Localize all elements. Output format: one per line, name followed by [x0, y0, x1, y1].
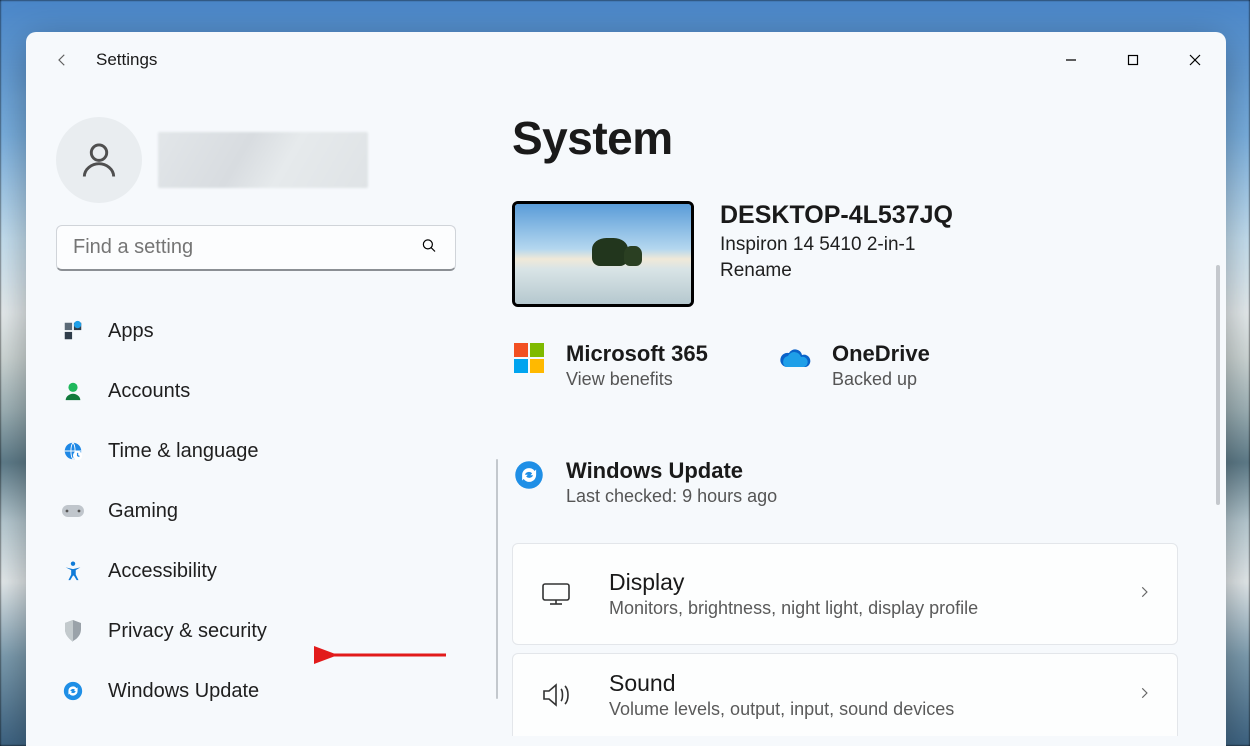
maximize-button[interactable]	[1102, 32, 1164, 87]
gamepad-icon	[60, 498, 86, 524]
sidebar-item-label: Privacy & security	[108, 620, 267, 643]
app-title: Settings	[96, 50, 157, 70]
search-icon	[420, 237, 438, 260]
tile-subtitle: View benefits	[566, 369, 708, 390]
device-name: DESKTOP-4L537JQ	[720, 201, 953, 230]
chevron-right-icon	[1137, 585, 1151, 604]
close-button[interactable]	[1164, 32, 1226, 87]
sidebar-item-accessibility[interactable]: Accessibility	[56, 541, 476, 601]
row-title: Sound	[609, 670, 954, 697]
display-icon	[539, 577, 573, 611]
sidebar: Apps Accounts Time & language	[26, 87, 476, 746]
shield-icon	[60, 618, 86, 644]
onedrive-icon	[778, 341, 812, 375]
apps-icon	[60, 318, 86, 344]
accounts-icon	[60, 378, 86, 404]
tile-title: Microsoft 365	[566, 341, 708, 367]
sidebar-nav: Apps Accounts Time & language	[56, 301, 476, 721]
tile-onedrive[interactable]: OneDrive Backed up	[778, 335, 988, 396]
sidebar-item-accounts[interactable]: Accounts	[56, 361, 476, 421]
sidebar-item-label: Apps	[108, 320, 154, 343]
sidebar-item-gaming[interactable]: Gaming	[56, 481, 476, 541]
avatar	[56, 117, 142, 203]
sidebar-item-label: Windows Update	[108, 680, 259, 703]
update-icon	[60, 678, 86, 704]
sidebar-item-windows-update[interactable]: Windows Update	[56, 661, 476, 721]
settings-rows: Display Monitors, brightness, night ligh…	[512, 543, 1178, 736]
search-input[interactable]	[56, 225, 456, 271]
main-content: System DESKTOP-4L537JQ Inspiron 14 5410 …	[476, 87, 1226, 746]
sidebar-item-time-language[interactable]: Time & language	[56, 421, 476, 481]
tile-subtitle: Last checked: 9 hours ago	[566, 486, 777, 507]
row-title: Display	[609, 569, 978, 596]
back-button[interactable]	[50, 48, 74, 72]
desktop-thumbnail[interactable]	[512, 201, 694, 307]
search-box[interactable]	[56, 225, 456, 271]
globe-clock-icon	[60, 438, 86, 464]
tile-microsoft-365[interactable]: Microsoft 365 View benefits	[512, 335, 722, 396]
device-model: Inspiron 14 5410 2-in-1	[720, 234, 953, 256]
sidebar-item-label: Time & language	[108, 440, 258, 463]
content-scrollbar[interactable]	[1216, 265, 1220, 505]
row-subtitle: Volume levels, output, input, sound devi…	[609, 699, 954, 720]
row-subtitle: Monitors, brightness, night light, displ…	[609, 598, 978, 619]
sidebar-item-privacy-security[interactable]: Privacy & security	[56, 601, 476, 661]
tile-title: OneDrive	[832, 341, 930, 367]
row-sound[interactable]: Sound Volume levels, output, input, soun…	[512, 653, 1178, 736]
update-icon	[512, 458, 546, 492]
chevron-right-icon	[1137, 686, 1151, 705]
minimize-button[interactable]	[1040, 32, 1102, 87]
device-block: DESKTOP-4L537JQ Inspiron 14 5410 2-in-1 …	[512, 201, 1178, 307]
titlebar: Settings	[26, 32, 1226, 87]
microsoft-logo-icon	[512, 341, 546, 375]
row-display[interactable]: Display Monitors, brightness, night ligh…	[512, 543, 1178, 645]
tile-windows-update[interactable]: Windows Update Last checked: 9 hours ago	[512, 452, 1178, 513]
page-heading: System	[512, 111, 1178, 165]
tile-subtitle: Backed up	[832, 369, 930, 390]
accessibility-icon	[60, 558, 86, 584]
rename-link[interactable]: Rename	[720, 260, 953, 282]
settings-window: Settings	[26, 32, 1226, 746]
sidebar-item-label: Accessibility	[108, 560, 217, 583]
sound-icon	[539, 678, 573, 712]
tile-title: Windows Update	[566, 458, 777, 484]
sidebar-item-label: Gaming	[108, 500, 178, 523]
sidebar-item-label: Accounts	[108, 380, 190, 403]
status-tiles: Microsoft 365 View benefits OneDrive Bac…	[512, 335, 1178, 513]
profile-header[interactable]	[56, 117, 476, 203]
sidebar-item-apps[interactable]: Apps	[56, 301, 476, 361]
profile-name-redacted	[158, 132, 368, 188]
